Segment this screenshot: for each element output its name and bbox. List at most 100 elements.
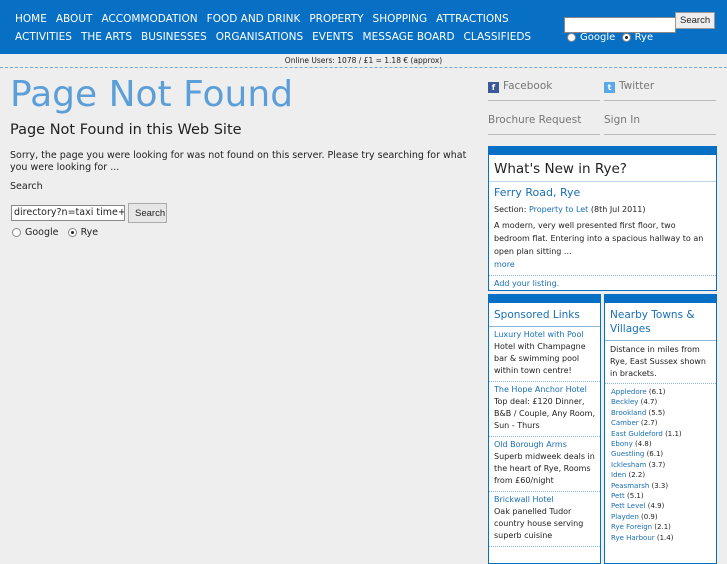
town-item: Camber (2.7) [611, 418, 710, 428]
nav-property[interactable]: PROPERTY [309, 13, 363, 25]
not-found-message: Sorry, the page you were looking for was… [10, 150, 467, 173]
town-link[interactable]: Icklesham [611, 461, 646, 469]
town-link[interactable]: Iden [611, 471, 626, 479]
town-distance: (6.1) [644, 450, 664, 459]
whats-new-section: Section: Property to Let (8th Jul 2011) [494, 203, 711, 216]
town-link[interactable]: East Guldeford [611, 430, 663, 438]
town-link[interactable]: Peasmarsh [611, 482, 649, 490]
town-item: Pett (5.1) [611, 491, 710, 501]
town-link[interactable]: Pett Level [611, 502, 645, 510]
nav-organisations[interactable]: ORGANISATIONS [216, 31, 303, 43]
town-distance: (2.2) [626, 471, 646, 480]
town-link[interactable]: Appledore [611, 388, 647, 396]
town-item: Pett Level (4.9) [611, 501, 710, 511]
nav-events[interactable]: EVENTS [312, 31, 353, 43]
nav-the-arts[interactable]: THE ARTS [81, 31, 132, 43]
search-label: Search [10, 181, 43, 192]
radio-google[interactable] [12, 228, 21, 237]
nav-classifieds[interactable]: CLASSIFIEDS [464, 31, 532, 43]
online-users-bar: Online Users: 1078 / £1 = 1.18 € (approx… [0, 54, 727, 68]
sponsored-item: The Hope Anchor Hotel Top deal: £120 Dinn… [489, 382, 600, 437]
nav-about[interactable]: ABOUT [56, 13, 93, 25]
town-link[interactable]: Ebony [611, 440, 633, 448]
town-item: Ebony (4.8) [611, 439, 710, 449]
town-distance: (4.9) [645, 502, 665, 511]
nav-message-board[interactable]: MESSAGE BOARD [363, 31, 455, 43]
nearby-towns-panel: Nearby Towns & Villages Distance in mile… [604, 294, 717, 564]
sponsored-links-title: Sponsored Links [489, 303, 600, 327]
whats-new-item-title[interactable]: Ferry Road, Rye [494, 186, 711, 199]
nearby-towns-title: Nearby Towns & Villages [605, 303, 716, 341]
towns-list: Appledore (6.1) Beckley (4.7) Brookland … [605, 384, 716, 546]
town-link[interactable]: Camber [611, 419, 639, 427]
section-link[interactable]: Property to Let [529, 205, 588, 214]
page-title: Page Not Found [10, 74, 294, 115]
radio-google-label: Google [25, 227, 59, 238]
town-distance: (5.5) [646, 408, 666, 417]
sponsored-link[interactable]: Luxury Hotel with Pool [494, 329, 595, 341]
sponsored-link[interactable]: Old Borough Arms [494, 439, 595, 451]
radio-rye[interactable] [67, 228, 77, 237]
town-item: Beckley (4.7) [611, 397, 710, 407]
whats-new-desc: A modern, very well presented first floo… [494, 221, 704, 256]
town-item: Rye Foreign (2.1) [611, 522, 710, 532]
whats-new-title: What's New in Rye? [489, 155, 716, 182]
radio-rye-label: Rye [80, 227, 99, 238]
town-link[interactable]: Brookland [611, 409, 646, 417]
nav-home[interactable]: HOME [15, 13, 47, 25]
header-radio-rye-label: Rye [634, 32, 654, 43]
nav-attractions[interactable]: ATTRACTIONS [436, 13, 509, 25]
town-link[interactable]: Rye Foreign [611, 523, 652, 531]
facebook-link[interactable]: f Facebook [488, 80, 600, 101]
twitter-link[interactable]: t Twitter [604, 80, 716, 101]
page-subtitle: Page Not Found in this Web Site [10, 122, 242, 138]
town-link[interactable]: Playden [611, 513, 639, 521]
nav-shopping[interactable]: SHOPPING [373, 13, 428, 25]
town-distance: (3.7) [646, 460, 666, 469]
town-distance: (4.7) [638, 398, 658, 407]
town-item: Peasmarsh (3.3) [611, 481, 710, 491]
add-listing-link[interactable]: Add your listing. [489, 276, 716, 291]
top-navigation-bar: HOME ABOUT ACCOMMODATION FOOD AND DRINK PROP… [0, 0, 727, 54]
town-item: Rye Harbour (1.4) [611, 533, 710, 543]
sign-in-link[interactable]: Sign In [604, 114, 716, 135]
header-search-button[interactable]: Search [675, 12, 716, 29]
town-link[interactable]: Guestling [611, 450, 644, 458]
nav-accommodation[interactable]: ACCOMMODATION [101, 13, 197, 25]
brochure-request-link[interactable]: Brochure Request [488, 114, 600, 135]
header-radio-google[interactable] [567, 32, 576, 42]
nav-activities[interactable]: ACTIVITIES [15, 31, 72, 43]
sponsored-desc: Oak panelled Tudor country house serving… [494, 507, 584, 540]
facebook-label: Facebook [503, 80, 553, 92]
town-item: Iden (2.2) [611, 470, 710, 480]
header-radio-google-label: Google [580, 32, 616, 43]
town-item: Brookland (5.5) [611, 408, 710, 418]
whats-new-item: Ferry Road, Rye Section: Property to Let… [489, 182, 716, 276]
town-item: East Guldeford (1.1) [611, 429, 710, 439]
nav-food-and-drink[interactable]: FOOD AND DRINK [207, 13, 301, 25]
header-search-scope: Google Rye [567, 32, 653, 43]
sponsored-link[interactable]: Brickwall Hotel [494, 494, 595, 506]
town-item: Playden (0.9) [611, 512, 710, 522]
sponsored-links-panel: Sponsored Links Luxury Hotel with Pool Ho… [488, 294, 601, 564]
sponsored-link[interactable]: The Hope Anchor Hotel [494, 384, 595, 396]
header-search-input[interactable] [564, 16, 676, 33]
search-input[interactable]: directory?n=taxi time+ltd [11, 205, 125, 221]
town-link[interactable]: Beckley [611, 398, 638, 406]
facebook-icon: f [488, 82, 499, 93]
section-prefix: Section: [494, 205, 529, 214]
nav-businesses[interactable]: BUSINESSES [141, 31, 207, 43]
search-button[interactable]: Search [128, 203, 167, 223]
town-link[interactable]: Pett [611, 492, 625, 500]
more-link[interactable]: more [494, 260, 515, 269]
nav-row-1: HOME ABOUT ACCOMMODATION FOOD AND DRINK PROP… [15, 13, 518, 25]
town-distance: (4.8) [632, 440, 652, 449]
town-link[interactable]: Rye Harbour [611, 534, 655, 542]
town-distance: (1.1) [662, 429, 682, 438]
town-distance: (1.4) [654, 533, 674, 542]
town-distance: (3.3) [649, 481, 669, 490]
sponsored-desc: Hotel with Champagne bar & swimming pool… [494, 342, 586, 375]
search-scope: Google Rye [12, 227, 98, 238]
header-radio-rye[interactable] [621, 32, 631, 42]
town-distance: (2.7) [638, 419, 658, 428]
